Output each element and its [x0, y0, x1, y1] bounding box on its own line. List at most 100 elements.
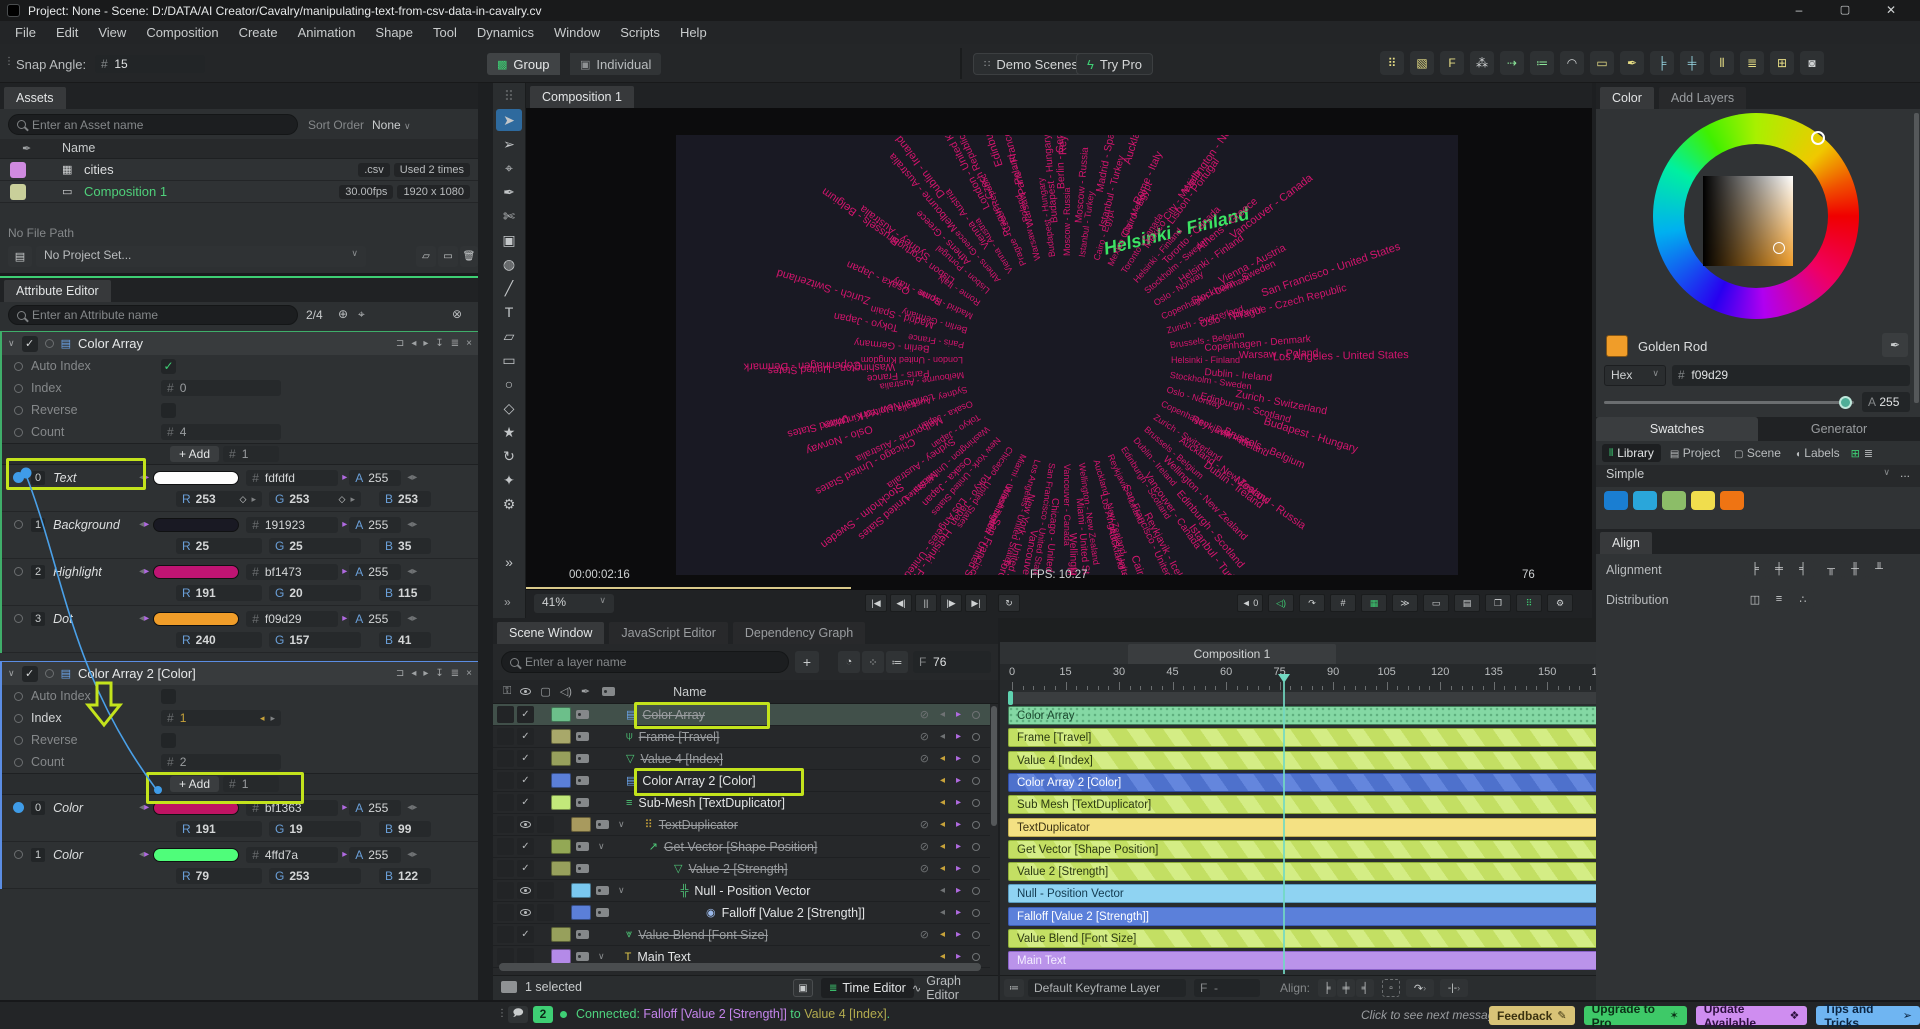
alpha-field[interactable]: A 255 [1862, 392, 1910, 412]
expand-tools-button[interactable]: » [504, 595, 511, 609]
expander-icon[interactable]: ∨ [598, 951, 605, 962]
sv-square[interactable] [1703, 176, 1793, 266]
asset-row[interactable]: ▦ cities .csv Used 2 times [0, 159, 478, 181]
layer-row[interactable]: ✓ ≡ Sub-Mesh [TextDuplicator] ◂ ▸ [493, 792, 990, 814]
layers-icon[interactable]: ▤ [1454, 594, 1480, 612]
distribute-grid-icon[interactable]: ∴ [1792, 589, 1814, 609]
layer-row[interactable]: ◉ Falloff [Value 2 [Strength]] ◂ ▸ [493, 902, 990, 924]
grid-snap-icon[interactable]: # [1330, 594, 1356, 612]
key-toggle-icon[interactable] [972, 732, 980, 741]
pen-text-icon[interactable]: ✒ [1620, 51, 1644, 75]
time-editor-button[interactable]: ≣ Time Editor [821, 978, 914, 998]
align-bottom-icon[interactable]: ╨ [1868, 559, 1890, 579]
channel-field-g[interactable]: G 157 [269, 631, 361, 648]
menu-create[interactable]: Create [230, 22, 287, 43]
ellipse-tool[interactable]: ○ [496, 373, 522, 395]
menu-help[interactable]: Help [671, 22, 716, 43]
next-key-icon[interactable]: ▸ [423, 338, 428, 349]
tab-javascript-editor[interactable]: JavaScript Editor [609, 622, 728, 644]
close-button[interactable]: ✕ [1868, 0, 1914, 21]
color-entry-dot[interactable]: 3 Dot ◂ ▸ # f09d29 ▸ A 255 ◂ ▸ R 240 G 157 B 41 [2, 606, 478, 653]
menu-scripts[interactable]: Scripts [611, 22, 669, 43]
line-tool[interactable]: ╱ [496, 277, 522, 299]
add-color-button[interactable]: + Add [170, 776, 220, 792]
next-key-icon[interactable]: ▸ [956, 863, 961, 874]
prev-key-icon[interactable]: ◂ [940, 841, 945, 852]
key-toggle-icon[interactable] [972, 864, 980, 873]
clear-attr-icon[interactable]: ⊗ [452, 307, 462, 321]
key-toggle-icon[interactable] [972, 798, 980, 807]
pixel-grid-icon[interactable]: ▦ [1361, 594, 1387, 612]
checkbox[interactable] [161, 688, 176, 704]
key-toggle-icon[interactable] [972, 776, 980, 785]
attribute-row-index[interactable]: Index #0 [2, 377, 478, 399]
swatch-chip[interactable] [1691, 491, 1715, 510]
loop-button[interactable]: ↻ [998, 594, 1020, 612]
layer-row[interactable]: ∨ ⠿ TextDuplicator ⊘ ◂ ▸ [493, 814, 990, 836]
tips-and-tricks-button[interactable]: Tips and Tricks ➢ [1816, 1002, 1920, 1029]
next-key-icon[interactable]: ▸ [423, 668, 428, 679]
layer-color-swatch[interactable] [551, 927, 571, 942]
select-tool[interactable]: ➤ [496, 109, 522, 131]
add-color-button[interactable]: + Add [170, 446, 220, 462]
close-icon[interactable]: × [466, 668, 472, 679]
demo-scenes-button[interactable]: ∷ Demo Scenes [973, 53, 1090, 75]
attribute-row-auto-index[interactable]: Auto Index [2, 685, 478, 707]
go-to-start-button[interactable]: |◀ [865, 594, 887, 612]
prev-frame-button[interactable]: ◀| [890, 594, 912, 612]
scissors-tool[interactable]: ✄ [496, 205, 522, 227]
layer-color-swatch[interactable] [551, 861, 571, 876]
grid-dots-icon[interactable]: ⠿ [1380, 51, 1404, 75]
layer-color-swatch[interactable] [551, 949, 571, 964]
add-layer-button[interactable]: + [795, 651, 819, 673]
distribute-v-icon[interactable]: ≡ [1768, 589, 1790, 609]
pin-icon[interactable]: ↧ [435, 338, 443, 349]
tab-swatches[interactable]: Swatches [1596, 417, 1758, 441]
columns-icon[interactable]: ⫴ [1710, 51, 1734, 75]
minimize-button[interactable]: – [1776, 0, 1822, 21]
prev-key-icon[interactable]: ◂ [940, 819, 945, 830]
align-v-center-icon[interactable]: ╫ [1844, 559, 1866, 579]
layer-search-input[interactable]: Enter a layer name [501, 651, 789, 673]
sparkle-tool[interactable]: ✦ [496, 469, 522, 491]
next-key-icon[interactable]: ▸ [956, 951, 961, 962]
timeline-composition-tab[interactable]: Composition 1 [1128, 644, 1336, 664]
tab-color[interactable]: Color [1600, 87, 1654, 109]
arc-icon[interactable]: ◠ [1560, 51, 1584, 75]
close-icon[interactable]: × [466, 338, 472, 349]
hex-field[interactable]: # f09d29 [246, 610, 339, 627]
layer-color-swatch[interactable] [571, 883, 591, 898]
tab-scene-window[interactable]: Scene Window [497, 622, 605, 644]
attribute-row-auto-index[interactable]: Auto Index ✓ [2, 355, 478, 377]
alpha-slider[interactable] [1604, 396, 1854, 409]
group-button[interactable]: ▩ Group [487, 53, 560, 75]
layer-color-swatch[interactable] [571, 905, 591, 920]
channel-field-r[interactable]: R 253 ◇ ▸ [176, 490, 262, 507]
next-key-icon[interactable]: ▸ [956, 819, 961, 830]
hex-field[interactable]: # f09d29 [1672, 365, 1910, 386]
frame-view-button[interactable]: ▣ [793, 979, 813, 997]
swatch-chip[interactable] [1720, 491, 1744, 510]
scatter-icon[interactable]: ⁂ [1470, 51, 1494, 75]
next-key-icon[interactable]: ▸ [956, 753, 961, 764]
ease-curve-icon[interactable]: ↷ › [1406, 979, 1434, 997]
orbit-tool[interactable]: ◍ [496, 253, 522, 275]
layer-color-swatch[interactable] [571, 817, 591, 832]
star-tool[interactable]: ★ [496, 421, 522, 443]
swatch-chip[interactable] [1633, 491, 1657, 510]
menu-tool[interactable]: Tool [424, 22, 466, 43]
next-key-icon[interactable]: ▸ [956, 907, 961, 918]
next-key-icon[interactable]: ▸ [956, 929, 961, 940]
try-pro-button[interactable]: ϟ Try Pro [1076, 53, 1154, 75]
folder-icon[interactable]: ▱ [416, 246, 436, 267]
channel-field-r[interactable]: R 191 [176, 820, 262, 837]
layer-row[interactable]: ✓ ▤ Color Array 2 [Color] ◂ ▸ [493, 770, 990, 792]
checker-icon[interactable]: ⠿ [1516, 594, 1542, 612]
box-select-icon[interactable]: ▫ [1382, 979, 1400, 997]
camera-tool[interactable]: ▣ [496, 229, 522, 251]
swatch-group-select[interactable]: Simple ∨ [1602, 466, 1894, 485]
enabled-toggle[interactable]: ✓ [21, 335, 38, 352]
grid-view-icon[interactable]: ⊞ [1851, 447, 1860, 460]
filter-settings-icon[interactable]: ≔ [886, 651, 908, 673]
solo-filter-icon[interactable]: ⁘ [862, 651, 884, 673]
